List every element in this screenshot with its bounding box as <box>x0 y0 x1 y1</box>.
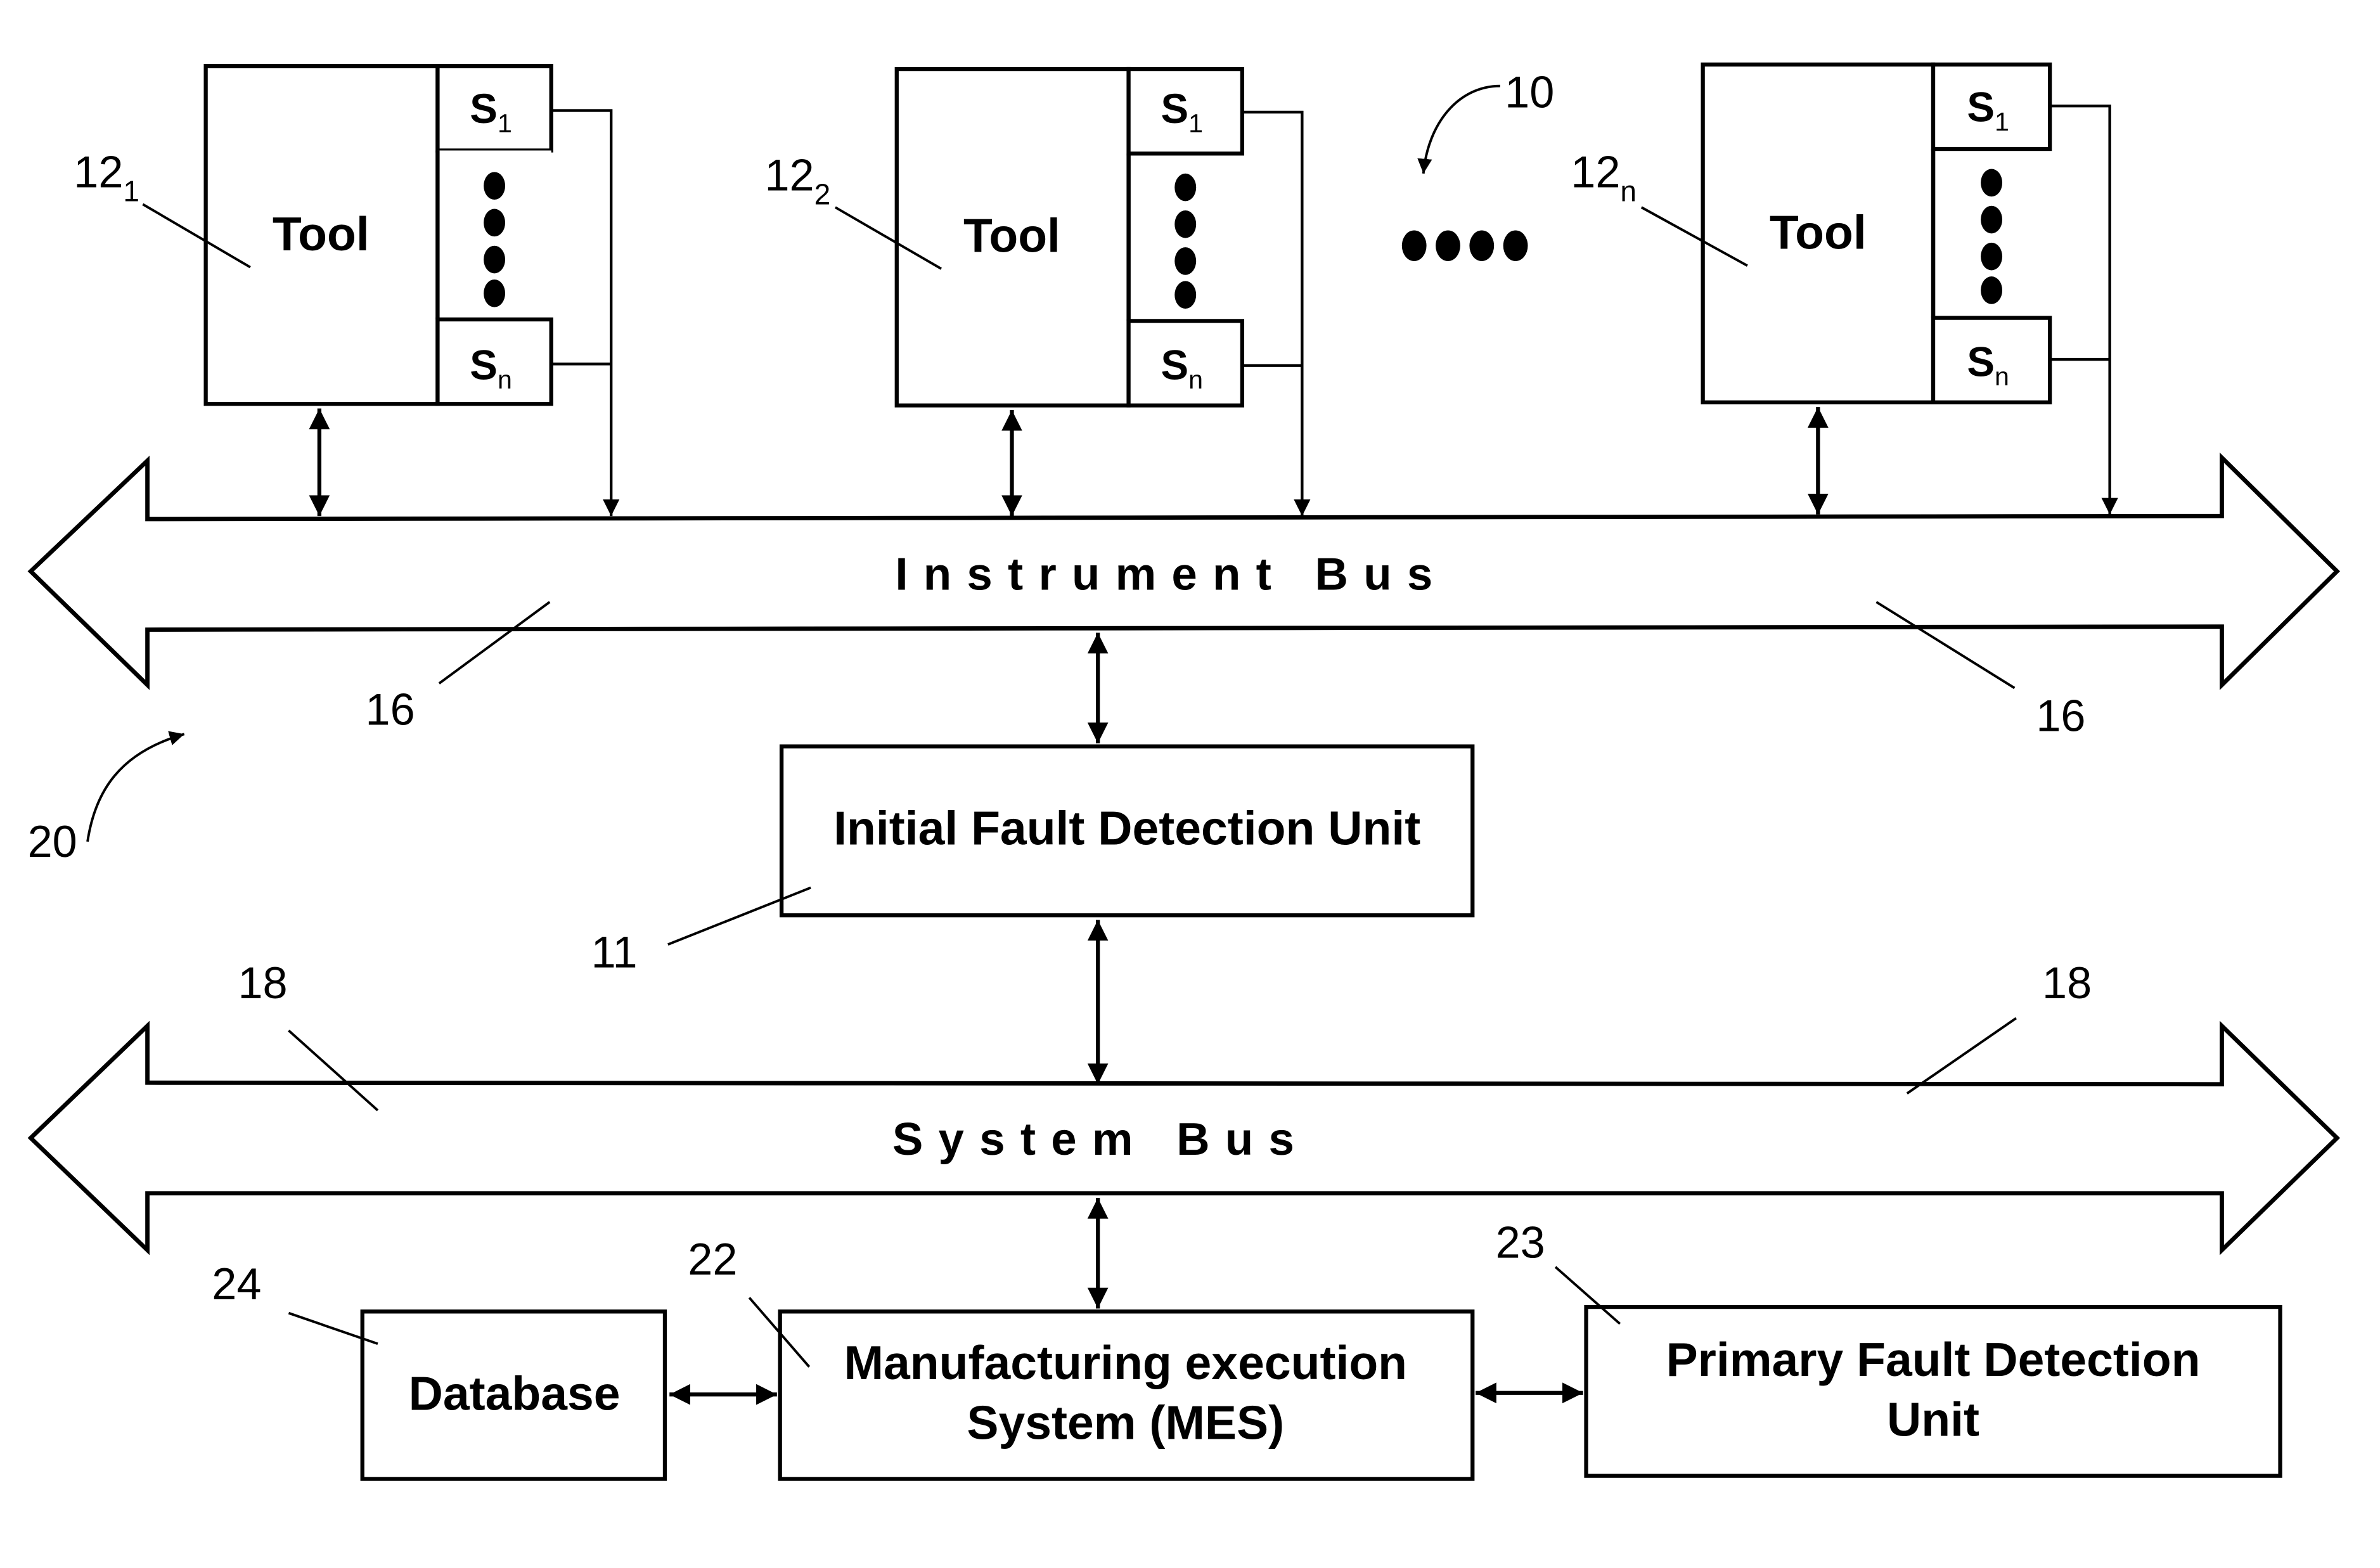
network-ref: 20 <box>28 816 77 866</box>
tool-ref: 121 <box>74 147 139 208</box>
ellipsis-dots-icon <box>1174 173 1197 309</box>
database-label: Database <box>409 1366 621 1420</box>
tool-ref: 12n <box>1571 147 1637 208</box>
mes-label-line2: System (MES) <box>967 1396 1284 1449</box>
pfdu-ref: 23 <box>1496 1218 1545 1268</box>
tool-label: Tool <box>963 209 1060 262</box>
system-bus-label: System Bus <box>892 1114 1309 1165</box>
instrument-bus-label: Instrument Bus <box>895 548 1448 600</box>
ifdu-ref: 11 <box>591 927 638 977</box>
sensor-bus-line <box>551 109 620 517</box>
system-ref-curved-arrow <box>1417 84 1500 174</box>
tool-label: Tool <box>1770 206 1867 259</box>
mes-label-line1: Manufacturing execution <box>844 1336 1407 1389</box>
instrument-bus-ref-left: 16 <box>366 684 415 735</box>
tool-group-2: Tool S1 Sn 122 <box>764 67 1311 517</box>
primary-fault-detection-unit <box>1584 1304 2282 1478</box>
sensor-bus-line <box>2050 105 2118 515</box>
mes-ref: 22 <box>688 1234 737 1284</box>
database-ref: 24 <box>212 1259 261 1309</box>
fault-detection-system-diagram: Tool S1 Sn 121 Tool S1 Sn 122 Tool S1 Sn… <box>27 62 2341 1481</box>
tool-group-n: Tool S1 Sn 12n <box>1571 62 2118 515</box>
tool-label: Tool <box>273 207 370 260</box>
more-tools-ellipsis-icon <box>1401 230 1528 261</box>
tool-group-1: Tool S1 Sn 121 <box>74 64 620 517</box>
ellipsis-dots-icon <box>1981 169 2003 304</box>
network-ref-curved-arrow <box>86 731 185 842</box>
instrument-bus-ref-right: 16 <box>2036 690 2085 740</box>
initial-fault-detection-unit-label: Initial Fault Detection Unit <box>833 802 1420 855</box>
system-ref: 10 <box>1505 67 1554 117</box>
tool-ref: 122 <box>764 150 830 210</box>
sensor-bus-line <box>1242 110 1311 517</box>
pfdu-label-line2: Unit <box>1887 1393 1979 1446</box>
pfdu-label-line1: Primary Fault Detection <box>1666 1333 2201 1386</box>
system-bus-ref-right: 18 <box>2042 958 2092 1008</box>
system-bus-ref-left: 18 <box>238 958 288 1008</box>
